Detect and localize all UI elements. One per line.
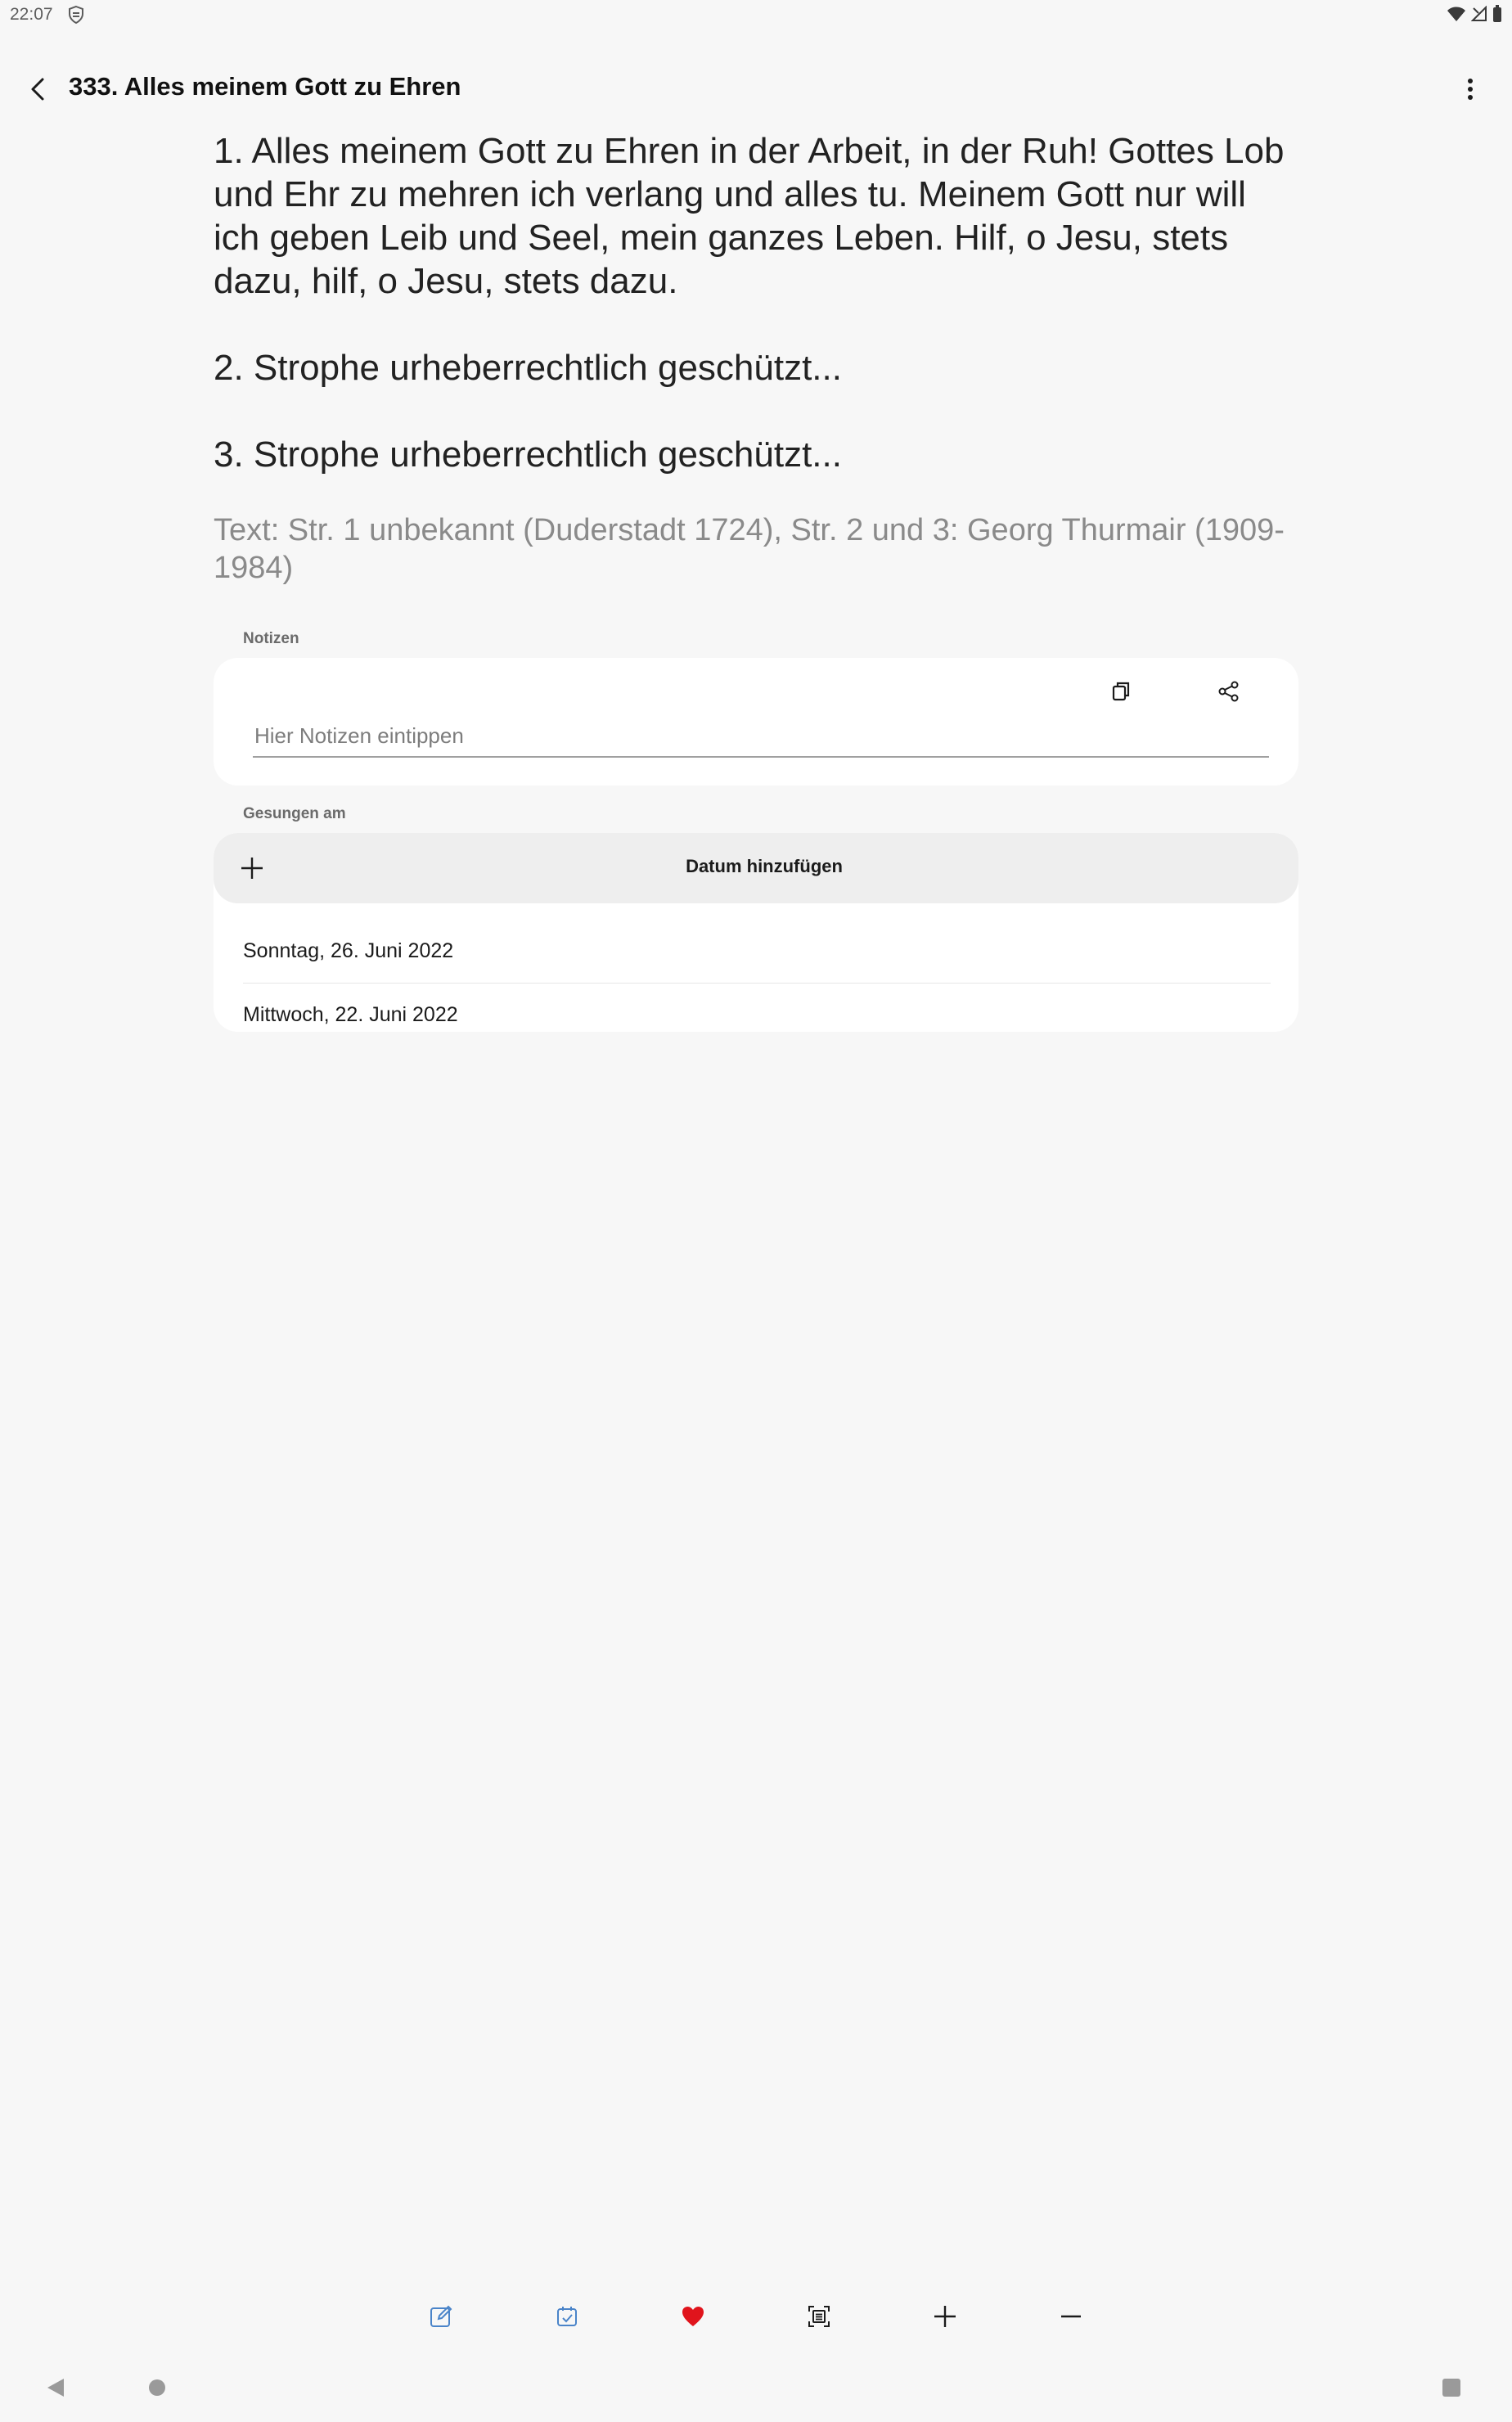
edit-icon bbox=[430, 2305, 452, 2327]
calendar-check-icon bbox=[557, 2307, 577, 2326]
shield-icon bbox=[67, 4, 85, 25]
nav-back-triangle-icon bbox=[47, 2379, 64, 2397]
zoom-out-button[interactable] bbox=[1049, 2294, 1093, 2339]
nav-home-circle-icon bbox=[149, 2379, 165, 2396]
more-options-button[interactable] bbox=[1451, 69, 1489, 110]
app-bar: 333. Alles meinem Gott zu Ehren bbox=[0, 57, 1512, 121]
sung-dates-card: Datum hinzufügen Sonntag, 26. Juni 2022 … bbox=[214, 833, 1298, 1032]
signal-icon bbox=[1471, 6, 1487, 22]
share-notes-button[interactable] bbox=[1208, 671, 1249, 712]
sung-date-item[interactable]: Sonntag, 26. Juni 2022 bbox=[243, 920, 1271, 984]
sung-date-text: Mittwoch, 22. Juni 2022 bbox=[243, 1002, 458, 1026]
share-icon bbox=[1218, 681, 1239, 702]
verse-3: 3. Strophe urheberrechtlich geschützt... bbox=[214, 434, 842, 475]
wifi-icon bbox=[1447, 6, 1466, 22]
notes-label: Notizen bbox=[243, 630, 299, 647]
notes-card bbox=[214, 658, 1298, 786]
status-time: 22:07 bbox=[10, 5, 53, 24]
song-lyrics: 1. Alles meinem Gott zu Ehren in der Arb… bbox=[214, 129, 1302, 587]
status-bar: 22:07 bbox=[0, 0, 1512, 33]
fullscreen-text-icon bbox=[808, 2306, 830, 2327]
system-nav-bar bbox=[0, 2365, 1512, 2414]
status-icons bbox=[1447, 5, 1502, 23]
chevron-left-icon bbox=[31, 78, 44, 101]
favorite-button[interactable] bbox=[671, 2294, 715, 2339]
edit-button[interactable] bbox=[419, 2294, 463, 2339]
verse-1: 1. Alles meinem Gott zu Ehren in der Arb… bbox=[214, 131, 1285, 301]
nav-recents-button[interactable] bbox=[1442, 2378, 1461, 2402]
nav-recents-square-icon bbox=[1442, 2379, 1460, 2397]
copy-icon bbox=[1112, 682, 1130, 701]
verse-2: 2. Strophe urheberrechtlich geschützt... bbox=[214, 348, 842, 388]
battery-icon bbox=[1492, 5, 1502, 23]
back-button[interactable] bbox=[18, 69, 59, 110]
nav-back-button[interactable] bbox=[46, 2378, 65, 2402]
sung-date-text: Sonntag, 26. Juni 2022 bbox=[243, 939, 454, 962]
calendar-button[interactable] bbox=[545, 2294, 589, 2339]
notes-input[interactable] bbox=[253, 715, 1269, 758]
nav-home-button[interactable] bbox=[147, 2378, 167, 2402]
zoom-out-minus-icon bbox=[1061, 2315, 1081, 2318]
more-vert-icon bbox=[1468, 79, 1473, 100]
copy-notes-button[interactable] bbox=[1100, 671, 1141, 712]
fullscreen-text-button[interactable] bbox=[797, 2294, 841, 2339]
favorite-heart-icon bbox=[682, 2307, 704, 2326]
sung-date-item[interactable]: Mittwoch, 22. Juni 2022 bbox=[243, 984, 1271, 1032]
bottom-toolbar bbox=[0, 2291, 1512, 2342]
zoom-in-button[interactable] bbox=[923, 2294, 967, 2339]
app-screen: 22:07 333. Alles meinem Gott zu Ehren 1.… bbox=[0, 0, 1512, 2422]
page-title: 333. Alles meinem Gott zu Ehren bbox=[69, 72, 461, 101]
lyrics-source: Text: Str. 1 unbekannt (Duderstadt 1724)… bbox=[214, 513, 1285, 585]
add-date-label: Datum hinzufügen bbox=[686, 856, 843, 876]
zoom-in-plus-icon bbox=[934, 2306, 956, 2327]
add-date-button[interactable]: Datum hinzufügen bbox=[214, 833, 1298, 903]
sung-on-label: Gesungen am bbox=[243, 805, 346, 822]
